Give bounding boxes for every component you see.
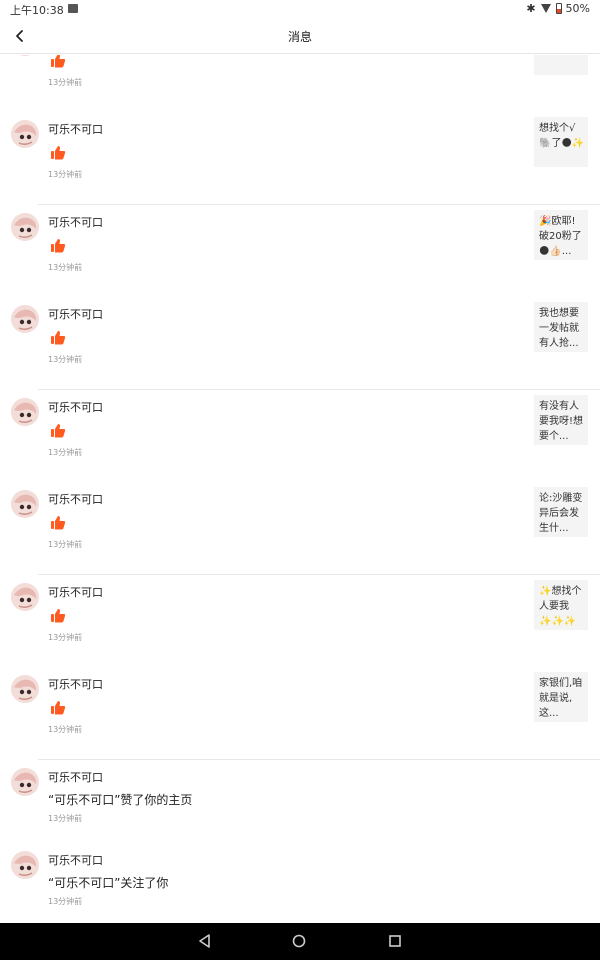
avatar[interactable] (11, 490, 39, 518)
list-item[interactable]: 可乐不可口 13分钟前 家银们,咱就是说,这... (0, 668, 600, 760)
list-item[interactable]: 13分钟前 宣传自己的不要夹 (0, 55, 600, 113)
avatar[interactable] (11, 55, 39, 56)
battery-percent: 50% (565, 2, 590, 15)
avatar[interactable] (11, 213, 39, 241)
avatar[interactable] (11, 305, 39, 333)
item-time: 13分钟前 (48, 633, 83, 642)
user-name[interactable]: 可乐不可口 (48, 491, 103, 507)
post-thumbnail[interactable]: 宣传自己的不要夹 (534, 55, 588, 75)
user-name[interactable]: 可乐不可口 (48, 676, 103, 692)
status-bar: 上午10:38 ✱ 50% (0, 0, 600, 18)
post-thumbnail[interactable]: 🎉欧耶!破20粉了🌑👍🏻... (534, 210, 588, 260)
item-time: 13分钟前 (48, 78, 83, 87)
item-time: 13分钟前 (48, 355, 83, 364)
avatar[interactable] (11, 583, 39, 611)
list-item[interactable]: 可乐不可口 13分钟前 想找个√🐘了🌑✨ (0, 113, 600, 205)
user-name[interactable]: 可乐不可口 (48, 399, 103, 415)
avatar[interactable] (11, 768, 39, 796)
system-nav-bar (0, 923, 600, 960)
list-item[interactable]: 可乐不可口 13分钟前 我也想要一发帖就有人抢... (0, 298, 600, 390)
list-item[interactable]: 可乐不可口 13分钟前 论:沙雕变异后会发生什... (0, 483, 600, 575)
notification-text: “可乐不可口”赞了你的主页 (48, 793, 193, 807)
thumbs-up-icon (51, 239, 66, 253)
user-name[interactable]: 可乐不可口 (48, 584, 103, 600)
avatar[interactable] (11, 851, 39, 879)
thumbs-up-icon (51, 331, 66, 345)
avatar[interactable] (11, 398, 39, 426)
page-header: 消息 (0, 18, 600, 54)
divider (38, 574, 600, 575)
item-time: 13分钟前 (48, 897, 83, 906)
page-title: 消息 (287, 30, 312, 44)
item-time: 13分钟前 (48, 170, 83, 179)
battery-icon (555, 3, 562, 14)
post-thumbnail[interactable]: 有没有人要我呀!想要个... (534, 395, 588, 445)
item-time: 13分钟前 (48, 263, 83, 272)
thumbs-up-icon (51, 609, 66, 623)
post-thumbnail[interactable]: 家银们,咱就是说,这... (534, 672, 588, 722)
avatar[interactable] (11, 120, 39, 148)
item-time: 13分钟前 (48, 814, 83, 823)
thumbs-up-icon (51, 516, 66, 530)
message-list[interactable]: 13分钟前 宣传自己的不要夹 可乐不可口 13分钟前 想找个√🐘了🌑✨ 可乐不可… (0, 55, 600, 923)
list-item[interactable]: 可乐不可口 13分钟前 ✨想找个人要我✨✨✨ (0, 576, 600, 668)
user-name[interactable]: 可乐不可口 (48, 121, 103, 137)
post-thumbnail[interactable]: 我也想要一发帖就有人抢... (534, 302, 588, 352)
user-name[interactable]: 可乐不可口 (48, 852, 103, 868)
user-name[interactable]: 可乐不可口 (48, 306, 103, 322)
avatar[interactable] (11, 675, 39, 703)
status-icons: ✱ 50% (526, 2, 590, 15)
post-thumbnail[interactable]: 论:沙雕变异后会发生什... (534, 487, 588, 537)
list-item[interactable]: 可乐不可口 “可乐不可口”赞了你的主页 13分钟前 (0, 761, 600, 845)
wifi-icon (540, 3, 552, 14)
list-item[interactable]: 可乐不可口 “可乐不可口”关注了你 13分钟前 (0, 844, 600, 923)
divider (38, 759, 600, 760)
item-time: 13分钟前 (48, 540, 83, 549)
square-recent-icon[interactable] (386, 932, 404, 950)
divider (38, 389, 600, 390)
photo-notification-icon (68, 4, 78, 13)
bluetooth-icon: ✱ (526, 2, 536, 15)
post-thumbnail[interactable]: ✨想找个人要我✨✨✨ (534, 580, 588, 630)
status-time: 上午10:38 (10, 4, 64, 17)
user-name[interactable]: 可乐不可口 (48, 214, 103, 230)
post-thumbnail[interactable]: 想找个√🐘了🌑✨ (534, 117, 588, 167)
user-name[interactable]: 可乐不可口 (48, 769, 103, 785)
thumbs-up-icon (51, 146, 66, 160)
notification-text: “可乐不可口”关注了你 (48, 876, 169, 890)
circle-home-icon[interactable] (290, 932, 308, 950)
divider (38, 204, 600, 205)
thumbs-up-icon (51, 424, 66, 438)
item-time: 13分钟前 (48, 448, 83, 457)
thumbs-up-icon (51, 701, 66, 715)
thumbs-up-icon (51, 55, 66, 68)
triangle-back-icon[interactable] (196, 932, 214, 950)
list-item[interactable]: 可乐不可口 13分钟前 有没有人要我呀!想要个... (0, 391, 600, 483)
list-item[interactable]: 可乐不可口 13分钟前 🎉欧耶!破20粉了🌑👍🏻... (0, 206, 600, 298)
item-time: 13分钟前 (48, 725, 83, 734)
